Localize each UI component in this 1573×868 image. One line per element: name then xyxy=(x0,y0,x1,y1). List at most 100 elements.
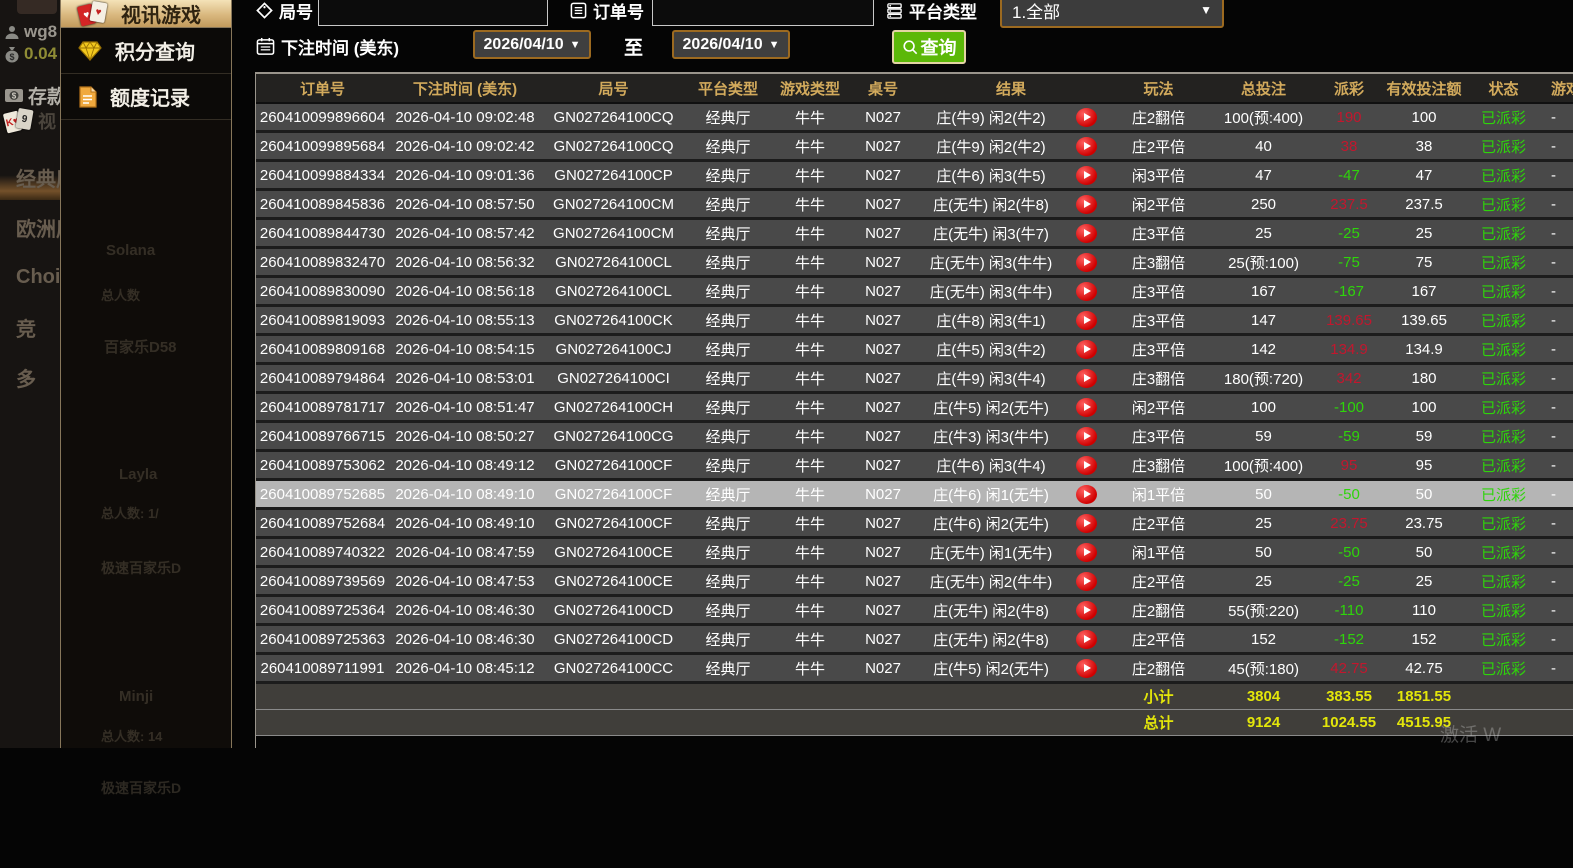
play-button[interactable] xyxy=(1076,282,1097,301)
play-button[interactable] xyxy=(1076,601,1097,620)
cell-bet-time: 2026-04-10 08:49:12 xyxy=(389,451,541,480)
table-row[interactable]: 2604100998966042026-04-10 09:02:48GN0272… xyxy=(256,103,1573,132)
menu-panel: ♥♥视讯游戏积分查询额度记录 Solana总人数百家乐D58Layla总人数: … xyxy=(60,0,232,748)
column-header: 状态 xyxy=(1466,74,1541,103)
deposit-button[interactable]: $ 存款 xyxy=(4,82,60,109)
background-hint-text: Solana xyxy=(106,242,155,259)
play-button[interactable] xyxy=(1076,398,1097,417)
column-header: 有效投注额 xyxy=(1382,74,1466,103)
platform-type-select[interactable]: 1.全部 ▼ xyxy=(1000,0,1224,28)
play-button[interactable] xyxy=(1076,311,1097,330)
cell-game-no: GN027264100CH xyxy=(541,393,686,422)
cell-result: 庄(牛9) 闲2(牛2) xyxy=(916,103,1066,132)
play-button[interactable] xyxy=(1076,659,1097,678)
menu-item-0[interactable]: ♥♥视讯游戏 xyxy=(61,0,231,28)
cell-table-no: N027 xyxy=(850,654,916,683)
table-row[interactable]: 2604100897526842026-04-10 08:49:10GN0272… xyxy=(256,509,1573,538)
sidebar-item-label: Choice xyxy=(16,266,60,289)
play-button[interactable] xyxy=(1076,195,1097,214)
cell-table-no: N027 xyxy=(850,451,916,480)
chevron-down-icon: ▼ xyxy=(570,39,581,51)
cell-valid-bet: 180 xyxy=(1382,364,1466,393)
cell-table-no: N027 xyxy=(850,567,916,596)
cell-table-no: N027 xyxy=(850,277,916,306)
table-row[interactable]: 2604100897395692026-04-10 08:47:53GN0272… xyxy=(256,567,1573,596)
play-button[interactable] xyxy=(1076,514,1097,533)
cell-payout: -50 xyxy=(1316,480,1382,509)
menu-item-1[interactable]: 积分查询 xyxy=(61,28,231,74)
cell-game-no: GN027264100CP xyxy=(541,161,686,190)
cell-game-type: 牛牛 xyxy=(770,596,850,625)
table-row[interactable]: 2604100898190932026-04-10 08:55:13GN0272… xyxy=(256,306,1573,335)
cell-payout: -47 xyxy=(1316,161,1382,190)
sidebar-item-2[interactable]: Choice xyxy=(0,255,60,300)
cell-bet-time: 2026-04-10 08:54:15 xyxy=(389,335,541,364)
table-row[interactable]: 2604100897253632026-04-10 08:46:30GN0272… xyxy=(256,625,1573,654)
cell-play-method: 庄2翻倍 xyxy=(1106,654,1211,683)
table-row[interactable]: 2604100897948642026-04-10 08:53:01GN0272… xyxy=(256,364,1573,393)
footer-spacer xyxy=(1541,710,1573,736)
play-button[interactable] xyxy=(1076,630,1097,649)
user-row: wg8 xyxy=(4,22,57,42)
query-button[interactable]: 查询 xyxy=(892,30,966,64)
cell-status: 已派彩 xyxy=(1466,480,1541,509)
table-row[interactable]: 2604100897530622026-04-10 08:49:12GN0272… xyxy=(256,451,1573,480)
table-row[interactable]: 2604100897119912026-04-10 08:45:12GN0272… xyxy=(256,654,1573,683)
play-button[interactable] xyxy=(1076,224,1097,243)
play-button[interactable] xyxy=(1076,340,1097,359)
document-icon xyxy=(78,86,97,108)
cell-status: 已派彩 xyxy=(1466,625,1541,654)
cell-total-bet: 147 xyxy=(1211,306,1316,335)
cell-bet-time: 2026-04-10 08:51:47 xyxy=(389,393,541,422)
table-row[interactable]: 2604100898458362026-04-10 08:57:50GN0272… xyxy=(256,190,1573,219)
play-button[interactable] xyxy=(1076,166,1097,185)
play-button[interactable] xyxy=(1076,456,1097,475)
play-button[interactable] xyxy=(1076,427,1097,446)
table-row[interactable]: 2604100897526852026-04-10 08:49:10GN0272… xyxy=(256,480,1573,509)
table-row[interactable]: 2604100897403222026-04-10 08:47:59GN0272… xyxy=(256,538,1573,567)
cell-game: - xyxy=(1541,103,1573,132)
table-row[interactable]: 2604100898447302026-04-10 08:57:42GN0272… xyxy=(256,219,1573,248)
sidebar-item-3[interactable]: 竞 xyxy=(0,305,60,350)
play-button[interactable] xyxy=(1076,543,1097,562)
cell-bet-time: 2026-04-10 08:55:13 xyxy=(389,306,541,335)
play-button[interactable] xyxy=(1076,137,1097,156)
cell-result: 庄(无牛) 闲3(牛牛) xyxy=(916,277,1066,306)
table-row[interactable]: 2604100998956842026-04-10 09:02:42GN0272… xyxy=(256,132,1573,161)
play-button[interactable] xyxy=(1076,485,1097,504)
column-header: 订单号 xyxy=(256,74,389,103)
play-button[interactable] xyxy=(1076,253,1097,272)
cell-bet-time: 2026-04-10 08:49:10 xyxy=(389,480,541,509)
cell-play xyxy=(1066,451,1106,480)
cell-valid-bet: 152 xyxy=(1382,625,1466,654)
play-button[interactable] xyxy=(1076,572,1097,591)
sidebar-item-0[interactable]: 经典厅 xyxy=(0,155,60,200)
date-from-picker[interactable]: 2026/04/10▼ xyxy=(473,30,591,59)
order-no-input[interactable] xyxy=(652,0,874,26)
cell-game: - xyxy=(1541,596,1573,625)
cell-table-no: N027 xyxy=(850,103,916,132)
cell-game-no: GN027264100CM xyxy=(541,219,686,248)
sidebar-item-1[interactable]: 欧洲厅 xyxy=(0,205,60,250)
play-button[interactable] xyxy=(1076,108,1097,127)
cell-status: 已派彩 xyxy=(1466,567,1541,596)
table-row[interactable]: 2604100898091682026-04-10 08:54:15GN0272… xyxy=(256,335,1573,364)
table-row[interactable]: 2604100898300902026-04-10 08:56:18GN0272… xyxy=(256,277,1573,306)
background-hint-text: 极速百家乐D xyxy=(101,558,181,578)
cell-order-no: 260410089752685 xyxy=(256,480,389,509)
cell-status: 已派彩 xyxy=(1466,538,1541,567)
cell-platform: 经典厅 xyxy=(686,132,770,161)
game-no-input[interactable] xyxy=(318,0,548,26)
table-row[interactable]: 2604100897667152026-04-10 08:50:27GN0272… xyxy=(256,422,1573,451)
cell-game-type: 牛牛 xyxy=(770,480,850,509)
menu-item-2[interactable]: 额度记录 xyxy=(61,74,231,120)
sidebar-item-4[interactable]: 多 xyxy=(0,355,60,400)
video-games-rail-item[interactable]: K♥9 视 xyxy=(4,108,56,134)
table-row[interactable]: 2604100898324702026-04-10 08:56:32GN0272… xyxy=(256,248,1573,277)
play-button[interactable] xyxy=(1076,369,1097,388)
cell-bet-time: 2026-04-10 08:57:50 xyxy=(389,190,541,219)
date-to-picker[interactable]: 2026/04/10▼ xyxy=(672,30,790,59)
table-row[interactable]: 2604100897817172026-04-10 08:51:47GN0272… xyxy=(256,393,1573,422)
table-row[interactable]: 2604100998843342026-04-10 09:01:36GN0272… xyxy=(256,161,1573,190)
table-row[interactable]: 2604100897253642026-04-10 08:46:30GN0272… xyxy=(256,596,1573,625)
